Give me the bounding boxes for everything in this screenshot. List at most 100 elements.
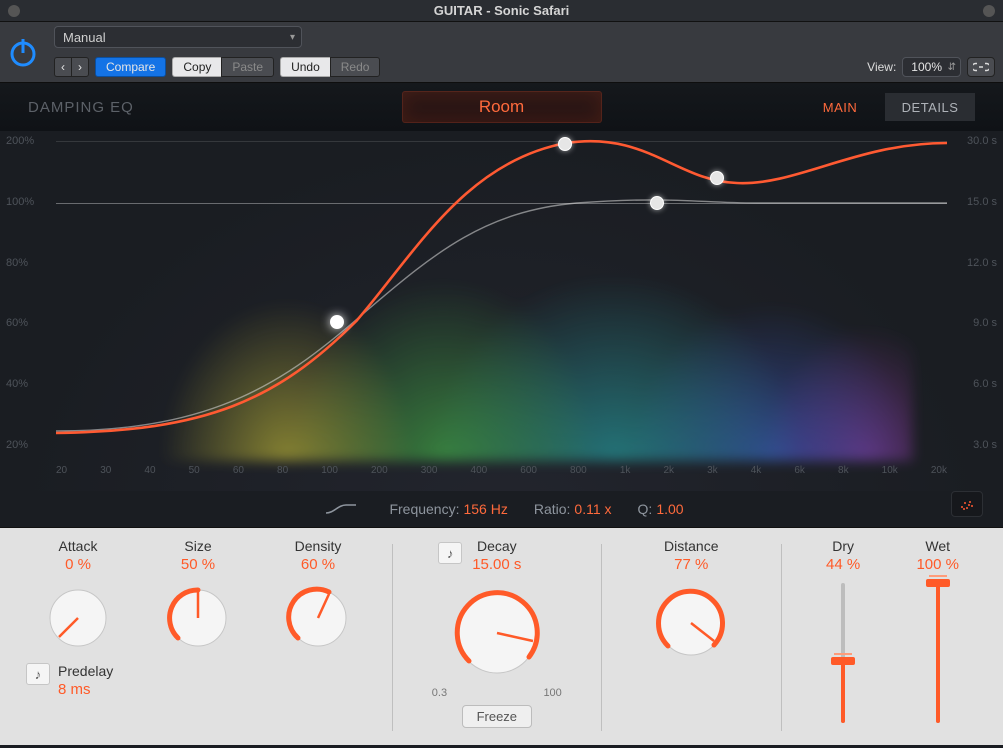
dry-value[interactable]: 44 % [826, 556, 860, 573]
axis-right-tick: 15.0 s [967, 196, 997, 208]
axis-bottom-tick: 2k [663, 465, 674, 483]
separator [601, 544, 602, 731]
density-knob[interactable] [283, 583, 353, 653]
eq-graph[interactable]: 200% 100% 80% 60% 40% 20% 30.0 s 15.0 s … [10, 131, 993, 491]
band-param-strip: Frequency:156 Hz Ratio:0.11 x Q:1.00 [0, 491, 1003, 527]
traffic-max[interactable] [983, 5, 995, 17]
density-control: Density 60 % [258, 538, 378, 653]
axis-bottom-tick: 20 [56, 465, 67, 483]
ratio-value[interactable]: 0.11 x [574, 501, 611, 517]
decay-value[interactable]: 15.00 s [472, 556, 521, 573]
decay-control: ♪ Decay 15.00 s 0.3 100 Freeze [407, 538, 587, 737]
axis-right-tick: 30.0 s [967, 135, 997, 147]
axis-bottom-tick: 3k [707, 465, 718, 483]
axis-bottom-tick: 6k [794, 465, 805, 483]
axis-right-tick: 12.0 s [967, 257, 997, 269]
density-label: Density [295, 538, 342, 554]
zoom-select[interactable]: 100% [902, 57, 961, 77]
attack-value[interactable]: 0 % [65, 556, 91, 573]
prev-preset-button[interactable]: ‹ [54, 57, 71, 77]
axis-left-tick: 20% [6, 439, 28, 451]
attack-knob[interactable] [43, 583, 113, 653]
axis-bottom-tick: 200 [371, 465, 388, 483]
decay-scale-lo: 0.3 [432, 687, 447, 699]
freq-value[interactable]: 156 Hz [463, 501, 507, 517]
attack-control: Attack 0 % [18, 538, 138, 653]
axis-bottom-tick: 8k [838, 465, 849, 483]
predelay-value[interactable]: 8 ms [58, 681, 91, 698]
view-tabs: MAIN DETAILS [795, 93, 975, 121]
axis-bottom-tick: 400 [471, 465, 488, 483]
wet-value[interactable]: 100 % [916, 556, 959, 573]
size-label: Size [184, 538, 211, 554]
predelay-sync-button[interactable]: ♪ [26, 663, 50, 685]
axis-left-tick: 80% [6, 257, 28, 269]
eq-band-handle-4[interactable] [710, 171, 724, 185]
predelay-label: Predelay [58, 663, 113, 679]
axis-left-tick: 200% [6, 135, 34, 147]
size-value[interactable]: 50 % [181, 556, 215, 573]
reverb-mode-button[interactable]: Room [402, 91, 602, 123]
axis-bottom-tick: 1k [620, 465, 631, 483]
traffic-close[interactable] [8, 5, 20, 17]
decay-sync-button[interactable]: ♪ [438, 542, 462, 564]
dry-slider[interactable] [841, 583, 845, 723]
redo-button[interactable]: Redo [330, 57, 381, 77]
sidechain-link-button[interactable] [967, 57, 995, 77]
tab-details[interactable]: DETAILS [885, 93, 975, 121]
eq-band-handle-3[interactable] [650, 196, 664, 210]
density-value[interactable]: 60 % [301, 556, 335, 573]
power-button[interactable] [0, 22, 46, 82]
axis-bottom-tick: 800 [570, 465, 587, 483]
wet-control: Wet 100 % [890, 538, 985, 737]
eq-band-handle-1[interactable] [330, 315, 344, 329]
distance-knob[interactable] [651, 583, 731, 663]
distance-control: Distance 77 % [616, 538, 767, 737]
axis-left-tick: 60% [6, 317, 28, 329]
freq-label: Frequency: [389, 501, 459, 517]
undo-button[interactable]: Undo [280, 57, 330, 77]
q-label: Q: [638, 501, 653, 517]
eq-curves [56, 131, 947, 461]
reverb-mode-label: Room [479, 97, 524, 117]
q-value[interactable]: 1.00 [656, 501, 683, 517]
axis-right: 30.0 s 15.0 s 12.0 s 9.0 s 6.0 s 3.0 s [951, 131, 997, 461]
axis-bottom-tick: 60 [233, 465, 244, 483]
wet-slider[interactable] [936, 583, 940, 723]
distance-value[interactable]: 77 % [674, 556, 708, 573]
tab-main[interactable]: MAIN [795, 93, 885, 121]
freeze-button[interactable]: Freeze [462, 705, 532, 728]
axis-bottom-tick: 40 [144, 465, 155, 483]
size-knob[interactable] [163, 583, 233, 653]
axis-bottom-tick: 80 [277, 465, 288, 483]
axis-left-tick: 100% [6, 196, 34, 208]
paste-button[interactable]: Paste [221, 57, 274, 77]
copy-button[interactable]: Copy [172, 57, 221, 77]
next-preset-button[interactable]: › [71, 57, 89, 77]
titlebar: GUITAR - Sonic Safari [0, 0, 1003, 22]
axis-left-tick: 40% [6, 378, 28, 390]
axis-bottom-tick: 100 [321, 465, 338, 483]
compare-button[interactable]: Compare [95, 57, 166, 77]
separator [392, 544, 393, 731]
damping-eq-label: DAMPING EQ [28, 99, 134, 116]
axis-left: 200% 100% 80% 60% 40% 20% [6, 131, 52, 461]
band-shape-button[interactable] [319, 498, 363, 520]
preset-value: Manual [63, 30, 106, 45]
axis-bottom-tick: 20k [931, 465, 947, 483]
window-title: GUITAR - Sonic Safari [0, 3, 1003, 18]
eq-band-handle-2[interactable] [558, 137, 572, 151]
decay-label: Decay [477, 538, 517, 554]
preset-select[interactable]: Manual [54, 26, 302, 48]
decay-knob[interactable] [447, 583, 547, 683]
view-label: View: [867, 60, 896, 74]
analyzer-settings-button[interactable] [951, 491, 983, 517]
decay-scale-hi: 100 [543, 687, 561, 699]
plugin-toolbar: Manual ‹ › Compare Copy Paste Undo Redo … [0, 22, 1003, 83]
axis-bottom: 20 30 40 50 60 80 100 200 300 400 600 80… [56, 465, 947, 483]
size-control: Size 50 % [138, 538, 258, 653]
control-panel: Attack 0 % Size 50 % Density [0, 527, 1003, 745]
zoom-value: 100% [911, 60, 942, 74]
axis-bottom-tick: 50 [189, 465, 200, 483]
axis-right-tick: 6.0 s [973, 378, 997, 390]
